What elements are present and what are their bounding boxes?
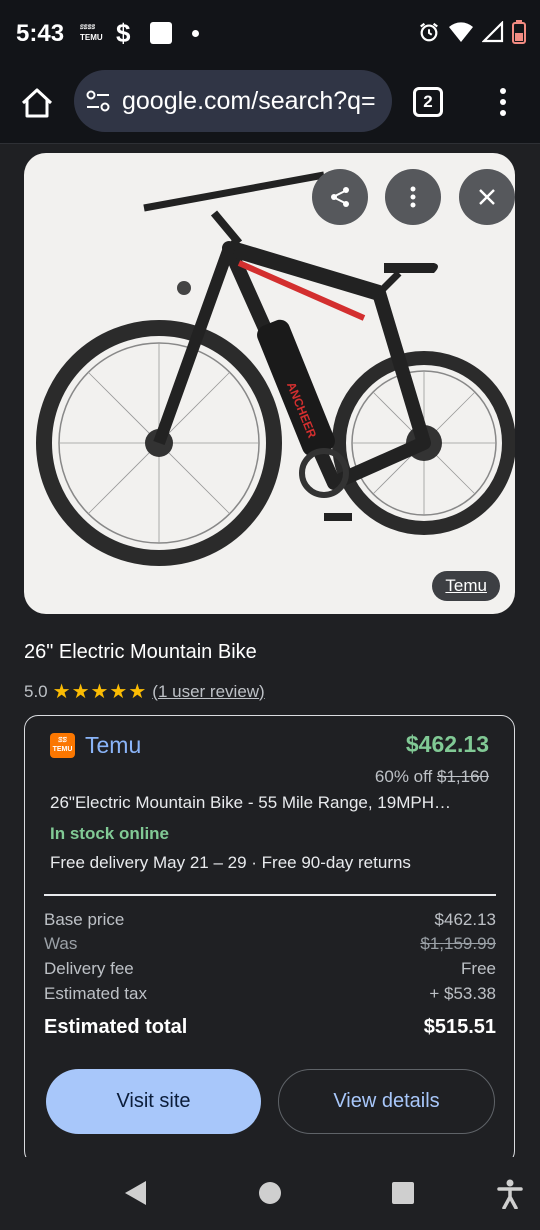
system-icons [418, 20, 526, 44]
back-icon[interactable] [122, 1179, 148, 1207]
delivery-info: Free delivery May 21 – 29 · Free 90-day … [50, 853, 411, 872]
browser-toolbar: google.com/search?q= 2 [0, 66, 540, 144]
visit-site-button[interactable]: Visit site [46, 1069, 261, 1134]
image-source-link[interactable]: Temu [432, 571, 500, 601]
price-row-was: Was $1,159.99 [44, 934, 496, 953]
page-content: ANCHEER Temu 26" Electric Mountain Bike … [0, 145, 540, 1157]
stock-status: In stock online [50, 824, 170, 843]
battery-icon [512, 20, 526, 44]
view-details-button[interactable]: View details [278, 1069, 495, 1134]
more-options-button[interactable] [385, 169, 441, 225]
price-row-base: Base price $462.13 [44, 910, 496, 929]
star-rating-icon: ★★★★★ [52, 681, 148, 703]
share-icon [331, 187, 349, 207]
merchant-row: ꕷꕷ TEMU Temu [50, 732, 141, 759]
home-circle-icon[interactable] [258, 1179, 282, 1207]
alarm-icon [420, 22, 438, 42]
offer-price: $462.13 [405, 731, 489, 757]
close-button[interactable] [459, 169, 515, 225]
status-bar: 5:43 ꕷꕷꕷꕷ TEMU $ [0, 0, 540, 66]
system-nav-bar [0, 1157, 540, 1230]
price-row-tax: Estimated tax + $53.38 [44, 984, 496, 1003]
tune-icon[interactable] [86, 90, 110, 112]
more-vert-icon[interactable] [496, 86, 510, 118]
app-notification-icon [150, 22, 172, 44]
offer-card: ꕷꕷ TEMU Temu $462.13 60% off $1,160 26"El… [24, 715, 515, 1157]
recents-icon[interactable] [391, 1179, 415, 1207]
offer-description: 26"Electric Mountain Bike - 55 Mile Rang… [50, 793, 451, 812]
accessibility-icon[interactable] [497, 1179, 523, 1209]
rating-row: 5.0 ★★★★★ (1 user review) [24, 679, 265, 704]
product-title: 26" Electric Mountain Bike [24, 641, 257, 663]
address-bar[interactable]: google.com/search?q= [74, 70, 392, 132]
tab-switcher-button[interactable]: 2 [413, 87, 443, 117]
bike-image: ANCHEER [36, 171, 515, 566]
temu-notification-icon: ꕷꕷꕷꕷ TEMU [80, 25, 103, 42]
close-icon [479, 189, 495, 205]
temu-logo-icon: ꕷꕷ TEMU [50, 733, 75, 758]
wifi-icon [449, 22, 473, 42]
discount-text: 60% off $1,160 [374, 767, 489, 786]
divider [44, 894, 496, 896]
review-count-link[interactable]: (1 user review) [152, 682, 264, 702]
merchant-name[interactable]: Temu [85, 732, 141, 759]
price-row-delivery: Delivery fee Free [44, 959, 496, 978]
product-image[interactable]: ANCHEER Temu [24, 153, 515, 614]
more-notifications-dot [192, 30, 199, 37]
share-button[interactable] [312, 169, 368, 225]
original-price: $1,160 [437, 767, 489, 786]
status-time: 5:43 [16, 20, 65, 47]
more-vert-icon [410, 186, 416, 208]
dollar-notification-icon: $ [116, 18, 131, 48]
home-icon[interactable] [18, 84, 56, 122]
url-text[interactable]: google.com/search?q= [122, 87, 384, 116]
rating-value: 5.0 [24, 681, 48, 701]
signal-icon [482, 21, 504, 43]
price-row-total: Estimated total $515.51 [44, 1016, 496, 1038]
